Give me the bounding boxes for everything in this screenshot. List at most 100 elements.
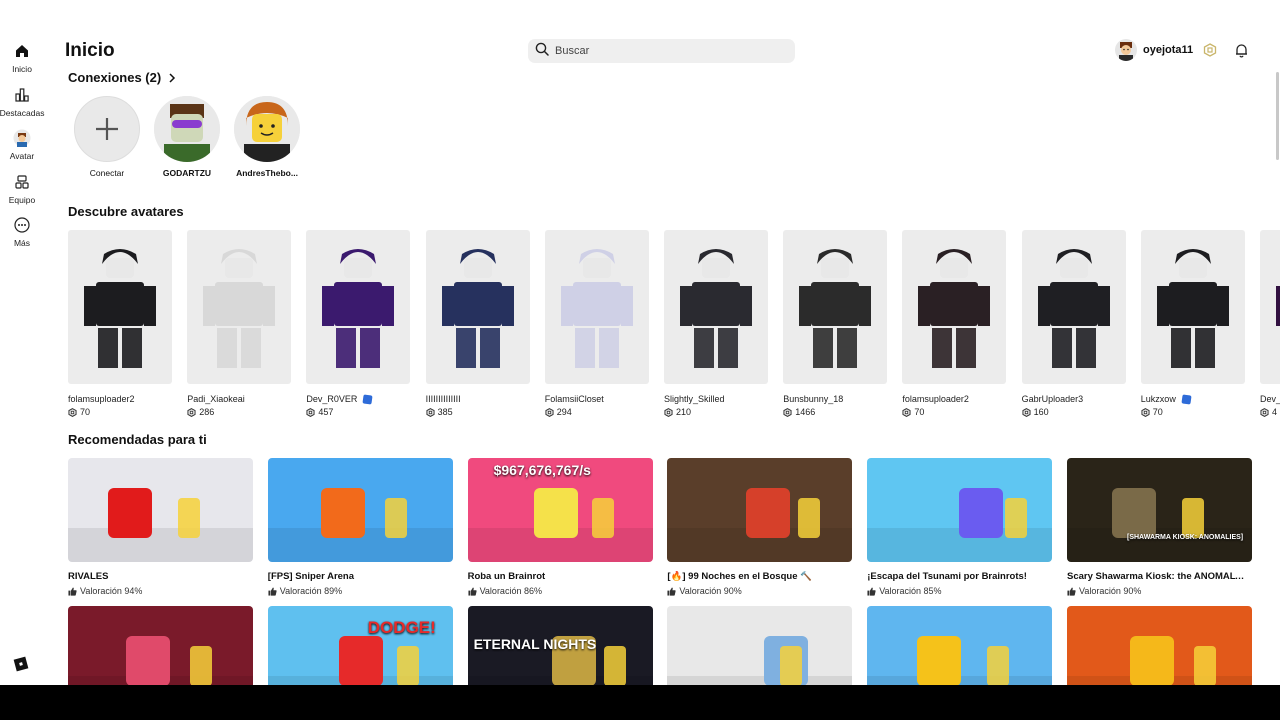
game-card[interactable]: $967,676,767/s Roba un Brainrot Valoración… xyxy=(467,458,653,596)
game-thumbnail[interactable] xyxy=(867,606,1053,685)
notifications-bell-icon[interactable] xyxy=(1234,43,1249,58)
avatar-thumbnail[interactable] xyxy=(544,230,649,384)
sidebar-item-label: Inicio xyxy=(12,64,32,74)
thumbnail-text: ETERNAL NIGHTS xyxy=(473,636,597,652)
avatar-card[interactable]: folamsuploader2 70 xyxy=(902,230,1007,417)
avatar-name[interactable]: folamsuploader2 xyxy=(902,394,1006,404)
game-card[interactable]: ¡Escapa del Tsunami por Brainrots! Valora… xyxy=(867,458,1053,596)
game-title[interactable]: [🔥] 99 Noches en el Bosque 🔨 xyxy=(667,571,849,582)
chevron-right-icon xyxy=(168,72,176,83)
avatar-name[interactable]: Lukzxow xyxy=(1141,393,1245,405)
sidebar-item-mas[interactable]: Más xyxy=(0,210,44,254)
game-card[interactable] xyxy=(667,606,853,685)
avatar-thumbnail[interactable] xyxy=(187,230,292,384)
avatar-cost: 294 xyxy=(545,407,649,417)
game-card[interactable] xyxy=(1067,606,1252,685)
connect-circle[interactable] xyxy=(74,96,140,162)
avatar-thumbnail[interactable] xyxy=(425,230,530,384)
game-thumbnail[interactable]: $967,676,767/s xyxy=(467,458,653,562)
connect-button[interactable]: Conectar xyxy=(67,96,147,178)
search-bar[interactable] xyxy=(528,39,795,63)
avatar-card[interactable]: IIIIIIIIIIIIII 385 xyxy=(425,230,530,417)
connection-name: GODARTZU xyxy=(162,168,212,178)
avatar-thumbnail[interactable] xyxy=(902,230,1007,384)
sidebar-item-equipo[interactable]: Equipo xyxy=(0,167,44,211)
connections-header[interactable]: Conexiones (2) xyxy=(68,70,176,85)
game-title[interactable]: [FPS] Sniper Arena xyxy=(268,571,450,582)
game-card[interactable]: RIVALES Valoración 94% xyxy=(68,458,253,596)
connection-avatar[interactable] xyxy=(154,96,220,162)
robux-icon xyxy=(1022,407,1031,417)
connection-avatar[interactable] xyxy=(234,96,300,162)
avatar-thumbnail[interactable] xyxy=(664,230,768,384)
avatar-thumbnail[interactable] xyxy=(783,230,888,384)
avatar-thumbnail[interactable] xyxy=(306,230,411,384)
game-thumbnail[interactable] xyxy=(68,606,253,685)
avatar-card[interactable]: Bunsbunny_18 1466 xyxy=(783,230,888,417)
avatar-name[interactable]: Bunsbunny_18 xyxy=(783,394,887,404)
game-thumbnail[interactable]: DODGE! xyxy=(267,606,453,685)
avatar-thumbnail[interactable] xyxy=(68,230,172,384)
avatar-card[interactable]: Dev_R0VER 457 xyxy=(306,230,411,417)
game-rating: Valoración 86% xyxy=(468,586,653,596)
avatar-name[interactable]: Slightly_Skilled xyxy=(664,394,768,404)
game-thumbnail[interactable] xyxy=(867,458,1053,562)
avatar-thumbnail[interactable] xyxy=(1021,230,1126,384)
game-card[interactable]: ETERNAL NIGHTS xyxy=(467,606,653,685)
thumbs-up-icon xyxy=(867,587,876,596)
game-thumbnail[interactable] xyxy=(68,458,253,562)
robux-icon[interactable] xyxy=(1203,43,1217,57)
avatar-name[interactable]: GabrUploader3 xyxy=(1022,394,1126,404)
user-menu[interactable]: oyejota11 xyxy=(1115,39,1217,61)
avatar-thumbnail[interactable] xyxy=(1140,230,1245,384)
avatar[interactable] xyxy=(1115,39,1137,61)
search-input[interactable] xyxy=(555,45,775,57)
game-thumbnail[interactable]: ETERNAL NIGHTS xyxy=(467,606,653,685)
verified-badge-icon xyxy=(362,393,374,405)
sidebar-item-inicio[interactable]: Inicio xyxy=(0,36,44,80)
sidebar: Inicio Destacadas Avatar Equipo Más xyxy=(0,36,44,254)
avatar-name[interactable]: IIIIIIIIIIIIII xyxy=(426,394,530,404)
robux-icon xyxy=(1260,407,1269,417)
sidebar-item-label: Equipo xyxy=(8,194,36,205)
avatar-thumbnail[interactable] xyxy=(1260,230,1280,384)
avatar-name[interactable]: folamsuploader2 xyxy=(68,394,172,404)
avatar-card[interactable]: Slightly_Skilled 210 xyxy=(664,230,768,417)
page-scrollbar[interactable] xyxy=(1276,72,1279,160)
avatar-card[interactable]: GabrUploader3 160 xyxy=(1021,230,1126,417)
game-card[interactable] xyxy=(68,606,253,685)
sidebar-item-destacadas[interactable]: Destacadas xyxy=(0,80,44,124)
game-thumbnail[interactable]: [SHAWARMA KIOSK: ANOMALIES] xyxy=(1067,458,1252,562)
game-card[interactable]: DODGE! xyxy=(267,606,453,685)
game-rating: Valoración 89% xyxy=(268,586,453,596)
avatar-name[interactable]: FolamsiiCloset xyxy=(545,394,649,404)
avatar-card[interactable]: Lukzxow 70 xyxy=(1140,230,1245,417)
avatar-card[interactable]: FolamsiiCloset 294 xyxy=(544,230,649,417)
game-thumbnail[interactable] xyxy=(667,458,853,562)
game-title[interactable]: ¡Escapa del Tsunami por Brainrots! xyxy=(867,571,1049,582)
username[interactable]: oyejota11 xyxy=(1143,44,1193,56)
avatar-name[interactable]: Padi_Xiaokeai xyxy=(187,394,291,404)
game-thumbnail[interactable] xyxy=(1067,606,1252,685)
avatar-card[interactable]: Dev_ 4 xyxy=(1260,230,1280,417)
game-title[interactable]: Roba un Brainrot xyxy=(468,571,650,582)
game-title[interactable]: RIVALES xyxy=(68,571,250,582)
game-card[interactable]: [🔥] 99 Noches en el Bosque 🔨 Valoración 9… xyxy=(667,458,853,596)
avatar-card[interactable]: folamsuploader2 70 xyxy=(68,230,172,417)
avatar-cost: 210 xyxy=(664,407,768,417)
roblox-logo-icon[interactable] xyxy=(13,656,29,672)
game-card[interactable]: [SHAWARMA KIOSK: ANOMALIES] Scary Shawarm… xyxy=(1067,458,1252,596)
game-card[interactable]: [FPS] Sniper Arena Valoración 89% xyxy=(267,458,453,596)
robux-icon xyxy=(664,407,673,417)
avatar-cost: 457 xyxy=(306,407,410,417)
connection-item[interactable]: GODARTZU xyxy=(147,96,227,178)
game-thumbnail[interactable] xyxy=(667,606,853,685)
sidebar-item-avatar[interactable]: Avatar xyxy=(0,123,44,167)
avatar-name[interactable]: Dev_R0VER xyxy=(306,393,410,405)
game-title[interactable]: Scary Shawarma Kiosk: the ANOMALY ... xyxy=(1067,571,1249,582)
avatar-name[interactable]: Dev_ xyxy=(1260,394,1280,404)
avatar-card[interactable]: Padi_Xiaokeai 286 xyxy=(187,230,292,417)
connection-item[interactable]: AndresThebo... xyxy=(227,96,307,178)
game-thumbnail[interactable] xyxy=(267,458,453,562)
game-card[interactable] xyxy=(867,606,1053,685)
